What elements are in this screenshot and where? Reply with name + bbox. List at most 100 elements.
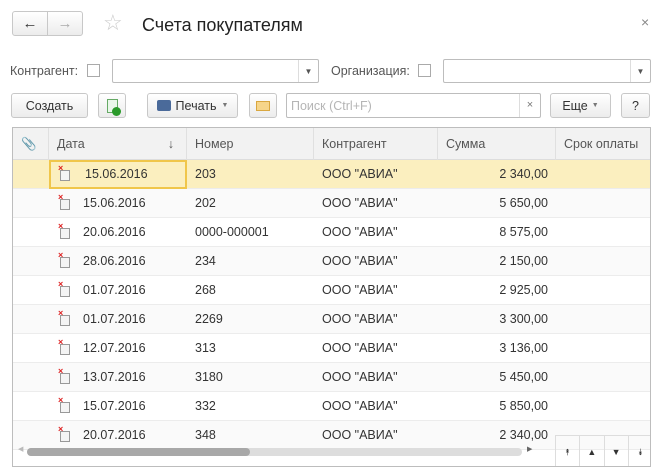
cell-number[interactable]: 313 (187, 334, 314, 363)
invoices-table[interactable]: 📎 Дата ↓ Номер Контрагент Сумма Срок опла… (12, 127, 651, 467)
cell-number[interactable]: 234 (187, 247, 314, 276)
date-value: 15.07.2016 (83, 399, 146, 413)
create-copy-button[interactable] (98, 93, 126, 118)
cell-date[interactable]: × 13.07.2016 (49, 363, 187, 392)
cell-sum[interactable]: 3 136,00 (438, 334, 556, 363)
send-email-button[interactable] (249, 93, 277, 118)
back-button[interactable]: ← (12, 11, 48, 36)
column-header-sum[interactable]: Сумма (438, 128, 556, 160)
table-row[interactable]: × 28.06.2016 234 ООО "АВИА" 2 150,00 (13, 247, 650, 276)
cell-due-date[interactable] (556, 305, 650, 334)
cell-counterparty[interactable]: ООО "АВИА" (314, 392, 438, 421)
cell-date[interactable]: × 15.06.2016 (49, 189, 187, 218)
close-icon[interactable]: × (641, 14, 649, 30)
search-input[interactable]: Поиск (Ctrl+F) × (286, 93, 541, 118)
cell-number[interactable]: 202 (187, 189, 314, 218)
cell-counterparty[interactable]: ООО "АВИА" (314, 160, 438, 189)
cell-number[interactable]: 268 (187, 276, 314, 305)
scroll-to-bottom-button[interactable]: ⯯ (629, 436, 650, 466)
document-unposted-icon: × (58, 338, 70, 355)
chevron-down-icon[interactable]: ▼ (298, 60, 318, 82)
chevron-down-icon[interactable]: ▼ (630, 60, 650, 82)
scrollbar-thumb[interactable] (27, 448, 250, 456)
table-row[interactable]: × 15.06.2016 203 ООО "АВИА" 2 340,00 (13, 160, 650, 189)
cell-date[interactable]: × 15.07.2016 (49, 392, 187, 421)
cell-counterparty[interactable]: ООО "АВИА" (314, 276, 438, 305)
cell-due-date[interactable] (556, 247, 650, 276)
column-header-number[interactable]: Номер (187, 128, 314, 160)
cell-counterparty[interactable]: ООО "АВИА" (314, 189, 438, 218)
column-header-counterparty[interactable]: Контрагент (314, 128, 438, 160)
cell-date[interactable]: × 20.06.2016 (49, 218, 187, 247)
cell-counterparty[interactable]: ООО "АВИА" (314, 334, 438, 363)
create-button[interactable]: Создать (11, 93, 88, 118)
add-document-icon (106, 98, 121, 116)
cell-sum[interactable]: 5 450,00 (438, 363, 556, 392)
cell-counterparty[interactable]: ООО "АВИА" (314, 218, 438, 247)
table-row[interactable]: × 15.07.2016 332 ООО "АВИА" 5 850,00 (13, 392, 650, 421)
cell-due-date[interactable] (556, 189, 650, 218)
cell-counterparty[interactable]: ООО "АВИА" (314, 421, 438, 450)
date-value: 01.07.2016 (83, 283, 146, 297)
counterparty-checkbox[interactable] (87, 64, 100, 77)
cell-sum[interactable]: 2 340,00 (438, 160, 556, 189)
document-unposted-icon: × (58, 309, 70, 326)
cell-due-date[interactable] (556, 363, 650, 392)
table-row[interactable]: × 12.07.2016 313 ООО "АВИА" 3 136,00 (13, 334, 650, 363)
cell-sum[interactable]: 5 850,00 (438, 392, 556, 421)
cell-counterparty[interactable]: ООО "АВИА" (314, 305, 438, 334)
cell-sum[interactable]: 2 340,00 (438, 421, 556, 450)
table-row[interactable]: × 15.06.2016 202 ООО "АВИА" 5 650,00 (13, 189, 650, 218)
cell-date[interactable]: × 01.07.2016 (49, 305, 187, 334)
cell-sum[interactable]: 5 650,00 (438, 189, 556, 218)
cell-number[interactable]: 3180 (187, 363, 314, 392)
cell-due-date[interactable] (556, 392, 650, 421)
cell-date[interactable]: × 15.06.2016 (49, 160, 187, 189)
scroll-up-button[interactable]: ▲ (580, 436, 605, 466)
cell-sum[interactable]: 8 575,00 (438, 218, 556, 247)
scroll-left-icon[interactable]: ◀ (18, 445, 23, 453)
more-button[interactable]: Еще ▼ (550, 93, 611, 118)
cell-due-date[interactable] (556, 334, 650, 363)
cell-sum[interactable]: 2 925,00 (438, 276, 556, 305)
table-row[interactable]: × 20.06.2016 0000-000001 ООО "АВИА" 8 57… (13, 218, 650, 247)
cell-due-date[interactable] (556, 218, 650, 247)
date-value: 20.07.2016 (83, 428, 146, 442)
attachment-column-header[interactable]: 📎 (13, 128, 49, 160)
table-row[interactable]: × 01.07.2016 2269 ООО "АВИА" 3 300,00 (13, 305, 650, 334)
cell-due-date[interactable] (556, 276, 650, 305)
cell-number[interactable]: 203 (187, 160, 314, 189)
cell-date[interactable]: × 01.07.2016 (49, 276, 187, 305)
column-header-due-date[interactable]: Срок оплаты (556, 128, 650, 160)
cell-counterparty[interactable]: ООО "АВИА" (314, 363, 438, 392)
clear-search-button[interactable]: × (519, 94, 540, 117)
cell-sum[interactable]: 3 300,00 (438, 305, 556, 334)
table-row[interactable]: × 01.07.2016 268 ООО "АВИА" 2 925,00 (13, 276, 650, 305)
printer-icon (156, 100, 171, 111)
cell-date[interactable]: × 20.07.2016 (49, 421, 187, 450)
table-row[interactable]: × 13.07.2016 3180 ООО "АВИА" 5 450,00 (13, 363, 650, 392)
cell-number[interactable]: 0000-000001 (187, 218, 314, 247)
counterparty-field[interactable]: ▼ (112, 59, 319, 83)
column-header-date[interactable]: Дата ↓ (49, 128, 187, 160)
scroll-to-top-button[interactable]: ⯭ (556, 436, 581, 466)
forward-button[interactable]: → (47, 11, 83, 36)
document-unposted-icon: × (58, 222, 70, 239)
cell-due-date[interactable] (556, 160, 650, 189)
organization-checkbox[interactable] (418, 64, 431, 77)
horizontal-scrollbar[interactable] (27, 448, 522, 456)
favorite-star-icon[interactable]: ☆ (103, 10, 123, 36)
cell-date[interactable]: × 28.06.2016 (49, 247, 187, 276)
document-unposted-icon: × (58, 280, 70, 297)
cell-number[interactable]: 332 (187, 392, 314, 421)
organization-field[interactable]: ▼ (443, 59, 651, 83)
help-button[interactable]: ? (621, 93, 650, 118)
cell-counterparty[interactable]: ООО "АВИА" (314, 247, 438, 276)
cell-number[interactable]: 348 (187, 421, 314, 450)
scroll-down-button[interactable]: ▼ (605, 436, 629, 466)
scroll-right-icon[interactable]: ▶ (527, 445, 532, 453)
cell-sum[interactable]: 2 150,00 (438, 247, 556, 276)
cell-number[interactable]: 2269 (187, 305, 314, 334)
cell-date[interactable]: × 12.07.2016 (49, 334, 187, 363)
print-button[interactable]: Печать ▼ (147, 93, 238, 118)
